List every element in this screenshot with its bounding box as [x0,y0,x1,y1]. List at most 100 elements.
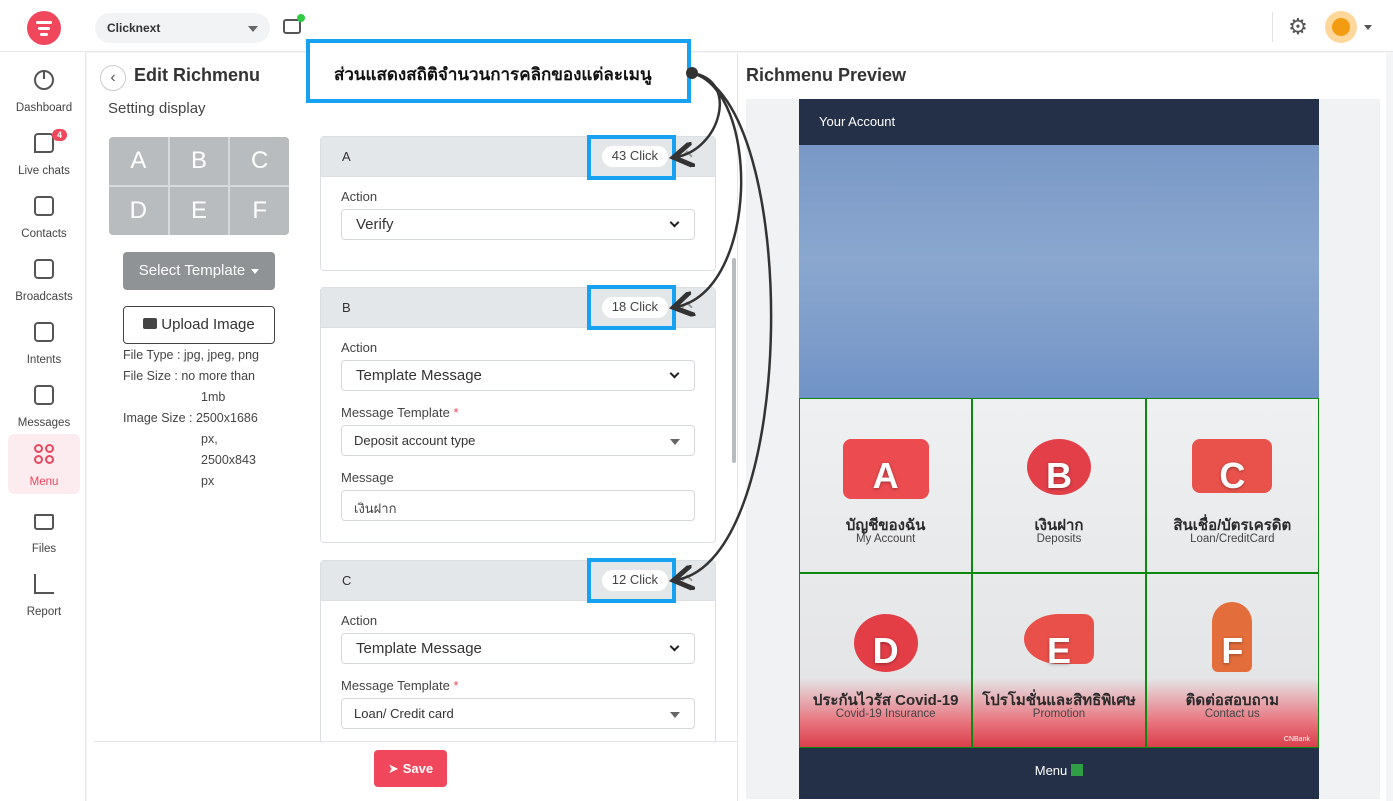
richmenu-cell-d[interactable]: D ประกันไวรัส Covid-19 Covid-19 Insuranc… [799,573,973,748]
message-template-select[interactable]: Deposit account type [341,425,695,456]
click-highlight-c [587,558,676,603]
save-button[interactable]: ➤ Save [374,750,447,787]
richmenu-cell-c[interactable]: C สินเชื่อ/บัตรเครดิต Loan/CreditCard [1145,398,1319,573]
bank-logo: CNBank [1283,736,1310,743]
cell-letter: B [1045,455,1072,496]
layout-grid: A B C D E F [109,137,289,235]
annotation-callout: ส่วนแสดงสถิติจำนวนการคลิกของแต่ละเมนู [306,39,691,103]
sidebar-item-label: Live chats [18,165,70,177]
sidebar-item-report[interactable]: Report [8,564,80,624]
sidebar-item-files[interactable]: Files [8,501,80,561]
cell-letter: C [1219,455,1246,496]
cell-english-label: My Account [855,533,916,545]
chevron-down-icon [248,26,258,32]
image-size-text-4: px [201,474,215,488]
workspace-select[interactable]: Clicknext [95,13,270,43]
cell-english-label: Covid-19 Insurance [835,708,936,720]
layout-cell[interactable]: C [230,137,289,185]
gear-icon[interactable]: ⚙ [1286,15,1310,39]
pie-chart-icon [34,70,54,90]
action-label: Action [341,340,378,355]
required-asterisk: * [453,405,459,420]
sidebar: Dashboard 4 Live chats Contacts Broadcas… [0,52,86,801]
orange-icon [1332,18,1350,36]
message-template-label: Message Template * [341,405,695,420]
chevron-up-icon[interactable] [681,301,693,313]
top-bar: Clicknext ⚙ [0,0,1393,52]
sidebar-item-intents[interactable]: Intents [8,312,80,372]
layout-cell[interactable]: B [169,137,229,185]
file-size-text: File Size : no more than [123,369,256,383]
footer-divider [94,741,737,742]
sidebar-item-menu[interactable]: Menu [8,434,80,494]
chevron-down-icon[interactable] [1364,25,1372,30]
select-template-button[interactable]: Select Template [123,252,275,290]
cell-english-label: Loan/CreditCard [1190,533,1275,545]
richmenu-cell-a[interactable]: A บัญชีของฉัน My Account [799,398,973,573]
layout-cell[interactable]: F [230,187,289,235]
richmenu-cell-f[interactable]: F ติดต่อสอบถาม Contact us CNBank [1145,573,1319,748]
chat-icon [34,133,54,153]
megaphone-icon [34,259,54,279]
layout-cell[interactable]: D [109,187,168,235]
richmenu-cell-b[interactable]: B เงินฝาก Deposits [972,398,1146,573]
message-template-value: Loan/ Credit card [354,706,454,721]
file-requirements: File Type : jpg, jpeg, png File Size : n… [123,345,283,492]
action-select[interactable]: Template Message [341,633,695,664]
upload-image-button[interactable]: Upload Image [123,306,275,344]
chat-bubble-icon[interactable] [283,14,305,34]
action-select[interactable]: Verify [341,209,695,240]
message-label: Message [341,470,394,485]
caret-down-icon [251,268,260,274]
message-input[interactable]: เงินฝาก [341,490,695,521]
sidebar-item-broadcasts[interactable]: Broadcasts [8,249,80,309]
layout-cell[interactable]: A [109,137,168,185]
action-value: Verify [356,216,394,233]
action-select[interactable]: Template Message [341,360,695,391]
required-asterisk: * [453,678,459,693]
richmenu-grid: A บัญชีของฉัน My Account B เงินฝาก Depos… [799,398,1319,748]
sidebar-item-label: Messages [17,417,71,429]
bar-chart-icon [34,574,54,594]
app-logo-icon[interactable] [27,11,61,45]
preview-title: Richmenu Preview [746,65,907,85]
chevron-up-icon[interactable] [681,150,693,162]
richmenu-cell-e[interactable]: E โปรโมชั่นและสิทธิพิเศษ Promotion [972,573,1146,748]
select-template-label: Select Template [138,262,246,279]
sidebar-item-messages[interactable]: Messages [8,375,80,435]
text-message-icon [34,385,54,405]
ai-icon [34,322,54,342]
sidebar-item-label: Menu [29,476,59,488]
paper-plane-icon: ➤ [387,761,399,776]
chevron-left-icon: ‹ [110,69,116,86]
chevron-up-icon[interactable] [681,574,693,586]
sidebar-item-contacts[interactable]: Contacts [8,186,80,246]
message-template-label-text: Message Template [341,405,450,420]
sidebar-item-label: Intents [26,354,62,366]
click-highlight-b [587,285,676,330]
cell-letter: A [872,455,899,496]
cell-english-label: Deposits [1036,533,1082,545]
sidebar-item-dashboard[interactable]: Dashboard [8,60,80,120]
chevron-down-icon [669,217,680,228]
online-status-dot [297,14,305,22]
cell-english-label: Contact us [1204,708,1260,720]
file-type-text: File Type : jpg, jpeg, png [123,348,259,362]
sidebar-item-live-chats[interactable]: 4 Live chats [8,123,80,183]
preview-panel: Richmenu Preview Your Account A บัญชีของ… [737,53,1386,801]
card-letter: B [342,300,351,315]
cell-letter: F [1221,630,1244,671]
sidebar-item-label: Report [26,606,62,618]
phone-menu-bar[interactable]: Menu [799,748,1319,794]
message-template-select[interactable]: Loan/ Credit card [341,698,695,729]
scrollbar[interactable] [732,258,736,463]
page-title: Edit Richmenu [134,65,261,85]
layout-cell[interactable]: E [169,187,229,235]
card-letter: C [342,573,352,588]
live-chats-badge: 4 [52,129,68,141]
avatar[interactable] [1325,11,1357,43]
sidebar-item-label: Contacts [21,228,67,240]
sidebar-item-label: Broadcasts [15,291,73,303]
back-button[interactable]: ‹ [100,65,126,91]
file-size-cont-text: 1mb [201,390,226,404]
